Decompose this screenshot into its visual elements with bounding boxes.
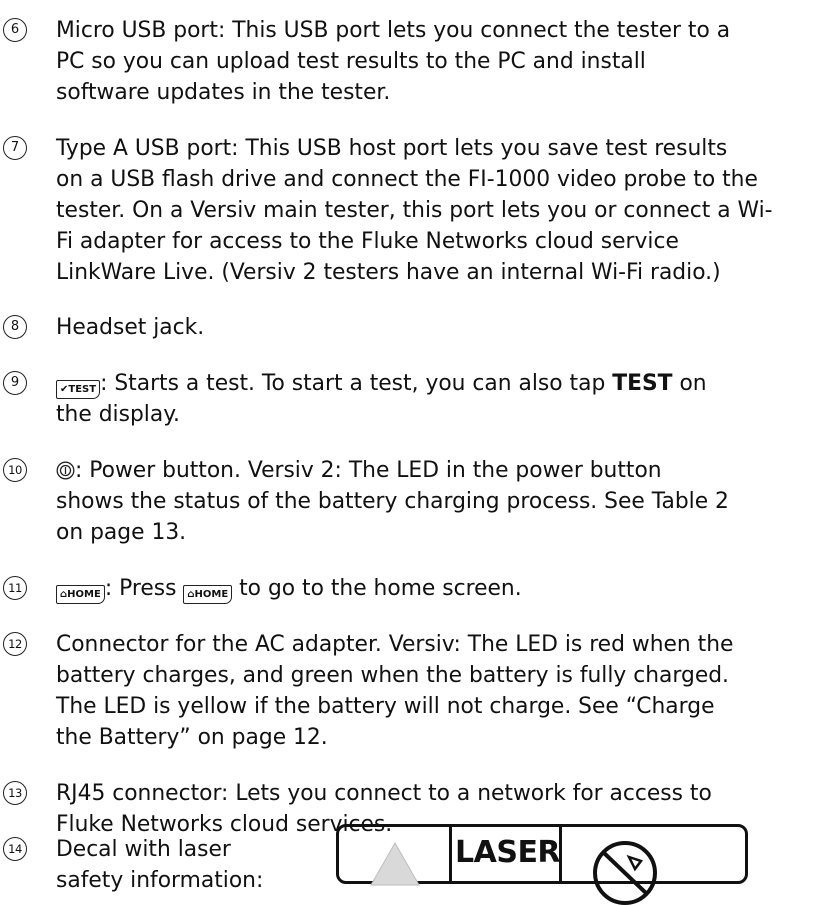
callout-number: 9 <box>3 371 27 395</box>
callout-number: 6 <box>3 18 27 42</box>
callout-number: 10 <box>3 458 27 482</box>
callout-number: 7 <box>3 136 27 160</box>
item-text: Connector for the AC adapter. Versiv: Th… <box>56 632 734 750</box>
item-text: ✔TEST: Starts a test. To start a test, y… <box>56 371 707 427</box>
callout-number: 13 <box>3 781 27 805</box>
callout-number: 8 <box>3 315 27 339</box>
item-text: : Power button. Versiv 2: The LED in the… <box>56 458 729 545</box>
callout-number: 11 <box>3 576 27 600</box>
callout-number: 14 <box>3 837 27 861</box>
power-icon <box>56 458 75 480</box>
item-text: ⌂HOME: Press ⌂HOME to go to the home scr… <box>56 573 824 604</box>
home-key-icon: ⌂HOME <box>183 585 233 604</box>
item-text: Type A USB port: This USB host port lets… <box>56 136 773 285</box>
home-key-icon: ⌂HOME <box>56 585 105 604</box>
item-text: Micro USB port: This USB port lets you c… <box>56 18 731 105</box>
item-text: Decal with laser safety information: <box>56 837 264 893</box>
item-text: Headset jack. <box>56 315 205 340</box>
warning-triangle-icon <box>370 841 420 886</box>
laser-label: LASER <box>455 835 561 870</box>
test-key-icon: ✔TEST <box>56 380 101 399</box>
no-view-icon <box>593 841 657 905</box>
laser-safety-decal: LASER <box>336 824 748 905</box>
callout-number: 12 <box>3 632 27 656</box>
